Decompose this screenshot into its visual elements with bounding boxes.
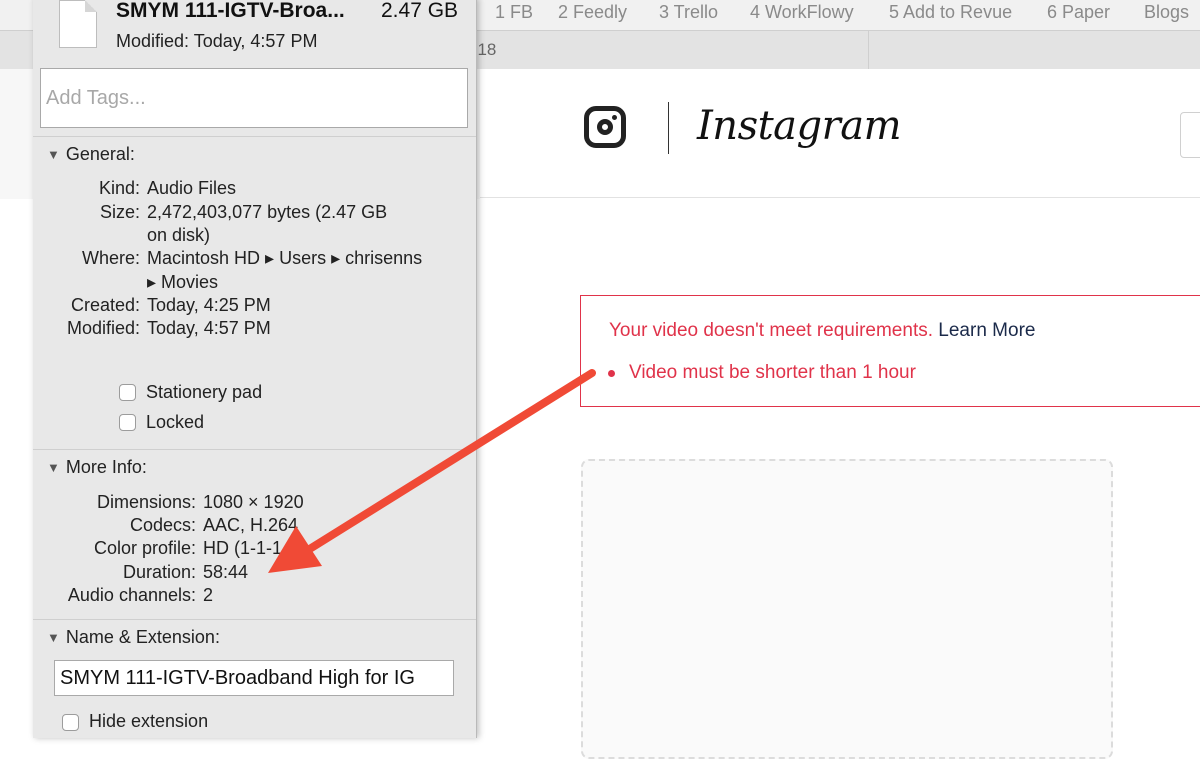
file-name: SMYM 111-IGTV-Broa...	[116, 0, 345, 22]
bullet-icon	[608, 370, 615, 377]
learn-more-link[interactable]: Learn More	[938, 320, 1035, 341]
bookmark-workflowy[interactable]: 4 WorkFlowy	[750, 2, 854, 23]
created-value: Today, 4:25 PM	[147, 295, 271, 315]
size-value-cont: on disk)	[147, 225, 211, 245]
name-extension-section-header[interactable]: ▼ Name & Extension:	[47, 627, 220, 648]
color-profile-value: HD (1-1-1	[203, 538, 283, 558]
general-section-header[interactable]: ▼ General:	[47, 144, 135, 165]
locked-checkbox[interactable]	[119, 414, 136, 431]
bookmark-feedly[interactable]: 2 Feedly	[558, 2, 627, 23]
audio-channels-value: 2	[203, 585, 214, 605]
kind-value: Audio Files	[147, 178, 237, 198]
instagram-camera-icon[interactable]	[584, 106, 626, 148]
audio-channels-label: Audio channels:	[67, 585, 196, 605]
stationery-pad-label: Stationery pad	[146, 382, 263, 402]
duration-value: 58:44	[203, 562, 249, 582]
size-label: Size:	[99, 202, 140, 222]
error-message-text: Your video doesn't meet requirements.	[609, 320, 934, 341]
error-banner: Your video doesn't meet requirements. Le…	[580, 295, 1200, 407]
dimensions-value: 1080 × 1920	[203, 492, 304, 512]
bookmark-fb[interactable]: 1 FB	[495, 2, 533, 23]
file-name-field[interactable]	[54, 660, 454, 696]
duration-label: Duration:	[122, 562, 196, 582]
created-label: Created:	[70, 295, 140, 315]
disclosure-triangle-icon[interactable]: ▼	[47, 630, 60, 645]
where-value-cont: ▸ Movies	[147, 272, 219, 292]
video-upload-dropzone[interactable]	[581, 459, 1113, 759]
document-icon	[59, 0, 97, 48]
tags-input[interactable]	[40, 68, 468, 128]
bookmark-blogs[interactable]: Blogs	[1144, 2, 1189, 23]
where-label: Where:	[81, 248, 140, 268]
instagram-wordmark[interactable]: Instagram	[697, 103, 902, 149]
disclosure-triangle-icon[interactable]: ▼	[47, 147, 60, 162]
divider	[33, 449, 476, 450]
file-modified: Modified: Today, 4:57 PM	[116, 31, 318, 51]
kind-label: Kind:	[98, 178, 140, 198]
modified-value: Today, 4:57 PM	[147, 318, 271, 338]
hide-extension-checkbox[interactable]	[62, 714, 79, 731]
dimensions-label: Dimensions:	[96, 492, 196, 512]
error-message: Your video doesn't meet requirements. Le…	[609, 320, 1035, 342]
size-value: 2,472,403,077 bytes (2.47 GB	[147, 202, 388, 222]
locked-label: Locked	[146, 412, 205, 432]
logo-separator	[668, 102, 669, 154]
codecs-label: Codecs:	[129, 515, 196, 535]
divider	[33, 136, 476, 137]
disclosure-triangle-icon[interactable]: ▼	[47, 460, 60, 475]
codecs-value: AAC, H.264	[203, 515, 299, 535]
color-profile-label: Color profile:	[93, 538, 196, 558]
file-size: 2.47 GB	[381, 0, 459, 22]
bookmark-add-to-revue[interactable]: 5 Add to Revue	[889, 2, 1012, 23]
tab-divider	[868, 31, 869, 69]
bookmark-trello[interactable]: 3 Trello	[659, 2, 718, 23]
get-info-panel: SMYM 111-IGTV-Broa... 2.47 GB Modified: …	[33, 0, 477, 738]
requirement-item: Video must be shorter than 1 hour	[629, 362, 916, 383]
stationery-pad-checkbox[interactable]	[119, 384, 136, 401]
more-info-section-header[interactable]: ▼ More Info:	[47, 457, 147, 478]
modified-label: Modified:	[66, 318, 140, 338]
hide-extension-label: Hide extension	[89, 711, 209, 731]
header-button[interactable]	[1180, 112, 1200, 158]
divider	[33, 619, 476, 620]
header-divider	[480, 197, 1200, 198]
bookmark-paper[interactable]: 6 Paper	[1047, 2, 1110, 23]
where-value: Macintosh HD ▸ Users ▸ chrisenns	[147, 248, 423, 268]
